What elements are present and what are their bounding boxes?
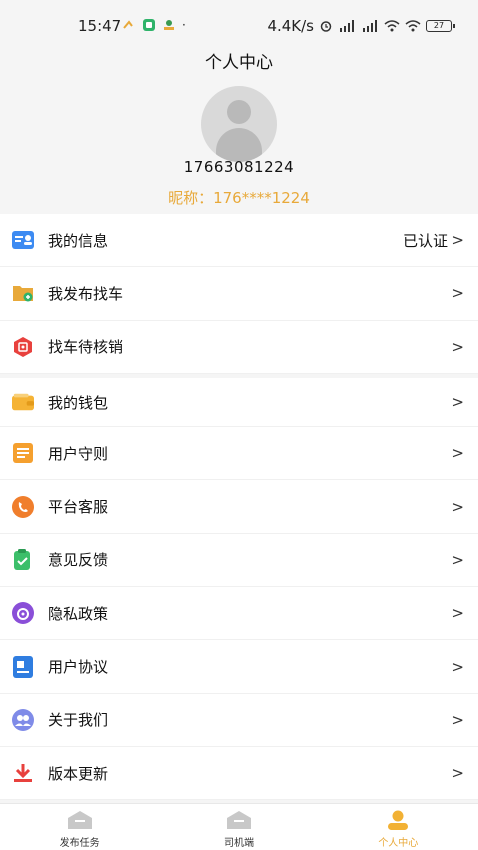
chevron-right-icon: >	[451, 710, 464, 729]
page-title: 个人中心	[205, 53, 273, 73]
privacy-icon	[12, 602, 34, 625]
menu-label: 我发布找车	[48, 284, 124, 303]
avatar[interactable]	[201, 86, 277, 162]
user-icon	[388, 810, 409, 830]
menu-label: 版本更新	[48, 764, 109, 783]
menu-label: 意见反馈	[48, 551, 109, 570]
phone-icon	[12, 495, 34, 518]
chevron-right-icon: >	[451, 497, 464, 516]
tab-profile[interactable]: 个人中心	[319, 804, 478, 850]
menu-label: 隐私政策	[48, 604, 109, 623]
status-right: 4.4K/s 27	[267, 17, 455, 35]
verified-status: 已认证	[402, 231, 448, 250]
status-bar: 15:47 · 4.4K/s 27	[0, 0, 478, 46]
menu-item-user-agreement[interactable]: 用户协议 >	[0, 640, 478, 694]
menu-label: 找车待核销	[48, 338, 124, 357]
nickname: 昵称：176****1224	[168, 189, 310, 207]
tab-publish-task[interactable]: 发布任务	[0, 804, 159, 850]
menu-item-my-posts[interactable]: 我发布找车 >	[0, 267, 478, 321]
user-notification-icon	[164, 20, 174, 30]
bottom-tab-bar: 发布任务 司机端 个人中心	[0, 803, 478, 850]
status-time: 15:47	[78, 17, 122, 35]
wifi-icon	[384, 20, 400, 32]
notification-arrow-icon	[123, 20, 133, 29]
menu-item-my-info[interactable]: 我的信息 已认证 >	[0, 214, 478, 268]
tab-label: 发布任务	[59, 838, 100, 849]
chevron-right-icon: >	[451, 393, 464, 412]
menu-item-customer-service[interactable]: 平台客服 >	[0, 480, 478, 534]
chevron-right-icon: >	[451, 550, 464, 569]
home-icon	[67, 811, 92, 829]
chevron-right-icon: >	[451, 604, 464, 623]
document-icon	[12, 442, 34, 464]
menu-label: 用户协议	[48, 658, 109, 677]
menu-item-feedback[interactable]: 意见反馈 >	[0, 533, 478, 588]
chevron-right-icon: >	[451, 444, 464, 463]
menu-label: 平台客服	[48, 498, 109, 517]
battery-icon: 27	[426, 20, 455, 32]
menu-item-wallet[interactable]: 我的钱包 >	[0, 373, 478, 428]
chevron-right-icon: >	[451, 657, 464, 676]
home-icon	[226, 811, 251, 829]
tab-label: 司机端	[223, 838, 254, 849]
signal-icon-2	[363, 20, 377, 32]
avatar-body-icon	[216, 128, 262, 162]
wallet-icon	[12, 391, 34, 413]
menu-label: 关于我们	[48, 711, 109, 730]
menu-label: 用户守则	[48, 444, 109, 463]
feedback-icon	[12, 548, 34, 571]
chevron-right-icon: >	[451, 337, 464, 356]
notification-icons: ·	[122, 18, 186, 32]
menu-item-user-rules[interactable]: 用户守则 >	[0, 427, 478, 481]
menu-label: 我的钱包	[48, 393, 109, 412]
dot-icon: ·	[182, 18, 186, 32]
phone-number: 17663081224	[183, 158, 295, 176]
menu-item-version-update[interactable]: 版本更新 >	[0, 746, 478, 801]
wifi-icon-2	[405, 20, 421, 32]
id-card-icon	[12, 229, 34, 251]
chevron-right-icon: >	[451, 231, 464, 250]
menu-list: 我的信息 已认证 > 我发布找车 > 找车待核销 > 我的钱包 > 用户守则 >	[0, 214, 478, 801]
download-icon	[12, 762, 34, 784]
menu-item-privacy-policy[interactable]: 隐私政策 >	[0, 587, 478, 641]
chevron-right-icon: >	[451, 284, 464, 303]
app-notification-icon	[143, 19, 155, 31]
menu-item-about-us[interactable]: 关于我们 >	[0, 693, 478, 747]
profile-header: 个人中心 17663081224 昵称：176****1224	[0, 46, 478, 214]
scan-icon	[12, 336, 34, 358]
group-icon	[12, 708, 34, 731]
signal-icon	[340, 20, 354, 32]
tab-label: 个人中心	[378, 838, 419, 849]
chevron-right-icon: >	[451, 764, 464, 783]
menu-label: 我的信息	[48, 231, 109, 250]
menu-item-pending-verification[interactable]: 找车待核销 >	[0, 320, 478, 374]
alarm-icon	[320, 21, 332, 32]
folder-icon	[12, 282, 34, 304]
tab-driver[interactable]: 司机端	[159, 804, 318, 850]
avatar-head-icon	[227, 100, 251, 124]
agreement-icon	[12, 655, 34, 678]
network-speed: 4.4K/s	[267, 17, 314, 35]
